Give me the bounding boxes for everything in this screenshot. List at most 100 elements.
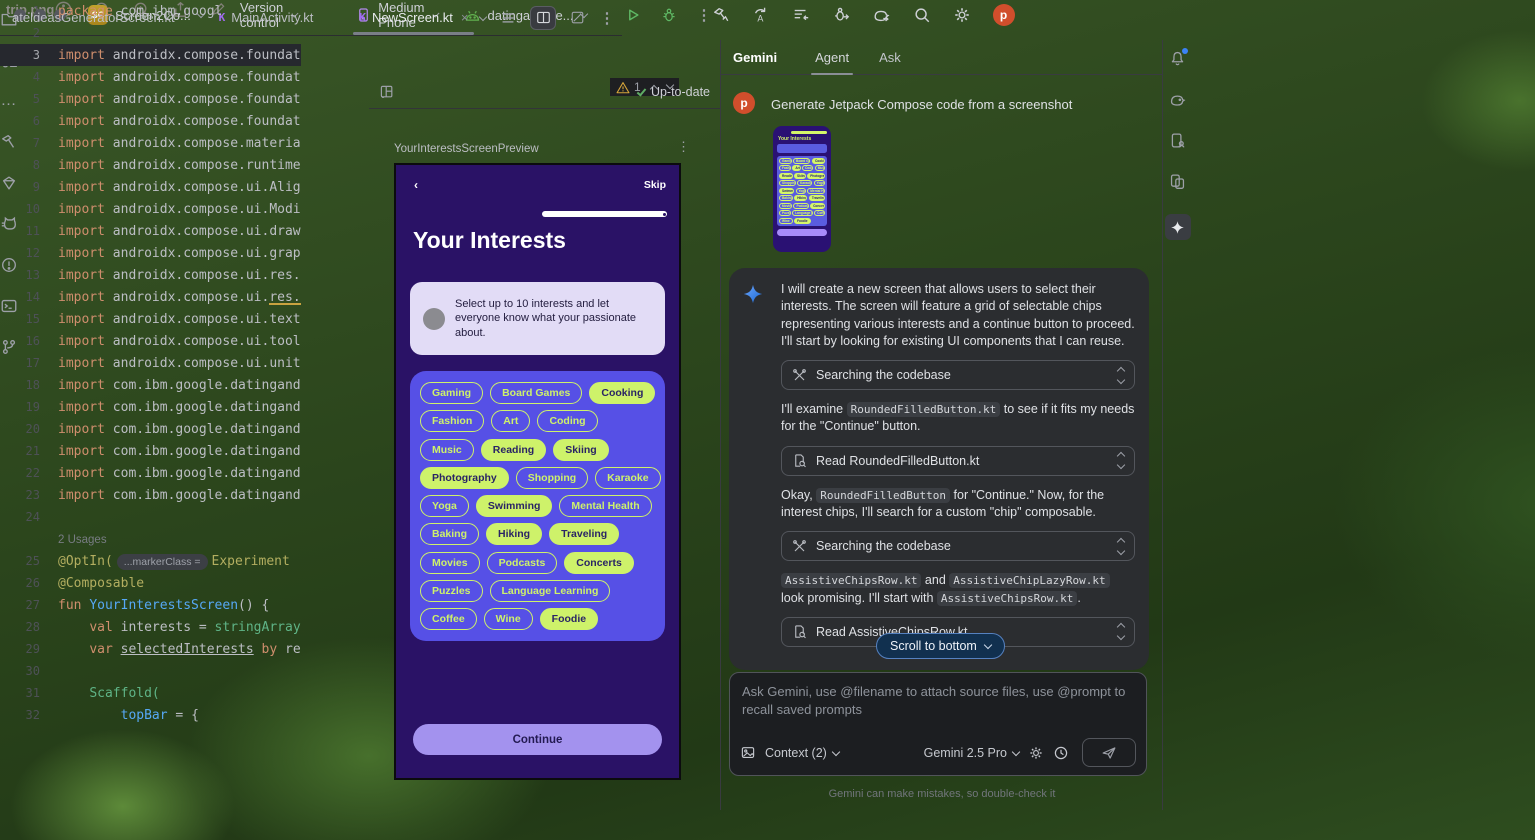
ai-paragraph: I'll examine RoundedFilledButton.kt to s…: [781, 401, 1135, 436]
interest-chip: Art: [792, 165, 800, 171]
interest-chip: Gaming: [779, 158, 792, 164]
code-editor[interactable]: 1package com.ibm.googl23import androidx.…: [0, 0, 301, 726]
run-icon[interactable]: [625, 7, 641, 23]
code-line: 13import androidx.compose.ui.res.: [0, 264, 301, 286]
tab-newscreen[interactable]: K NewScreen.kt ×: [347, 0, 480, 35]
history-clock-icon[interactable]: [1053, 745, 1069, 761]
interest-chip: Foodie: [794, 218, 810, 224]
thumb-progress: [791, 131, 827, 134]
interest-chip: Movies: [779, 203, 792, 209]
placeholder-circle-icon: [423, 308, 445, 330]
gemini-settings-icon[interactable]: [1028, 745, 1044, 761]
build-icon[interactable]: [712, 6, 730, 24]
interest-chip: Coding: [802, 165, 813, 171]
more-icon[interactable]: ⋮: [697, 6, 712, 24]
interest-chip-row: BakingHikingTraveling: [779, 195, 825, 201]
device-manager-icon[interactable]: [1169, 132, 1186, 149]
gemini-panel: Gemini Agent Ask p Generate Jetpack Comp…: [720, 40, 1162, 810]
interest-chip-row: MoviesPodcastsConcerts: [779, 203, 825, 209]
file-search-icon: [792, 624, 807, 639]
interest-chip-row: GamingBoard GamesCooking: [420, 382, 655, 404]
gradle-sync-icon[interactable]: [872, 6, 891, 24]
interest-chip: Hiking: [794, 195, 807, 201]
interest-chip-row: YogaSwimmingMental Health: [420, 495, 655, 517]
settings-gear-icon[interactable]: [953, 6, 971, 24]
code-line: 6import androidx.compose.foundat: [0, 110, 301, 132]
todo-list-icon[interactable]: [792, 6, 810, 24]
step-read-roundedfilledbutton[interactable]: Read RoundedFilledButton.kt: [781, 446, 1135, 476]
kotlin-icon: K: [359, 11, 366, 24]
interest-chip: Podcasts: [487, 552, 558, 574]
structure-lines-icon[interactable]: [500, 11, 516, 25]
scroll-to-bottom-label: Scroll to bottom: [890, 639, 977, 653]
model-dropdown[interactable]: Gemini 2.5 Pro: [924, 746, 1019, 760]
split-editor-icon[interactable]: [530, 6, 556, 30]
step-searching-codebase[interactable]: Searching the codebase: [781, 531, 1135, 561]
code-line: 8import androidx.compose.runtime: [0, 154, 301, 176]
code-line: 31 Scaffold(: [0, 682, 301, 704]
ai-paragraph: Okay, RoundedFilledButton for "Continue.…: [781, 487, 1135, 522]
interest-chip: Yoga: [796, 188, 806, 194]
code-line: 1package com.ibm.googl: [0, 0, 301, 22]
step-label: Searching the codebase: [816, 539, 951, 553]
interest-chip: Swimming: [779, 188, 794, 194]
tab-label: NewScreen.kt: [372, 10, 453, 25]
context-dropdown[interactable]: Context (2): [765, 746, 839, 760]
screenshot-thumbnail[interactable]: Your Interests GamingBoard GamesCookingF…: [773, 126, 831, 252]
debug-icon[interactable]: [661, 7, 677, 23]
gemini-header: Gemini Agent Ask: [721, 40, 1162, 75]
interest-chip: Mental Health: [807, 188, 825, 194]
running-devices-icon[interactable]: [1169, 173, 1186, 190]
user-avatar[interactable]: p: [993, 4, 1015, 26]
thumb-chip-grid: GamingBoard GamesCookingFashionArtCoding…: [777, 156, 827, 226]
profiler-icon[interactable]: [832, 6, 850, 24]
attach-image-icon[interactable]: [740, 745, 756, 760]
more-icon[interactable]: ⋮: [599, 9, 614, 27]
tab-ask[interactable]: Ask: [879, 40, 901, 75]
interest-chip: Traveling: [549, 523, 619, 545]
tab-list-chevron-icon[interactable]: [479, 12, 487, 20]
interest-chip-row: WineFoodie: [779, 218, 825, 224]
code-line: 17import androidx.compose.ui.unit: [0, 352, 301, 374]
interest-chip: Wine: [779, 218, 793, 224]
gemini-tool-icon[interactable]: [1165, 214, 1191, 240]
preview-layout-icon[interactable]: [379, 84, 395, 100]
interest-chip: Coffee: [420, 608, 477, 630]
gemini-input-box[interactable]: Ask Gemini, use @filename to attach sour…: [729, 672, 1147, 776]
preview-phone-canvas[interactable]: ‹ Skip Your Interests Select up to 10 in…: [394, 163, 681, 780]
tab-agent[interactable]: Agent: [815, 40, 849, 75]
preview-name[interactable]: YourInterestsScreenPreview: [394, 143, 539, 155]
interest-chip: Music: [815, 165, 825, 171]
search-icon[interactable]: [913, 6, 931, 24]
interest-chip: Concerts: [810, 203, 825, 209]
close-tab-icon[interactable]: ×: [461, 10, 469, 25]
interest-chip: Swimming: [476, 495, 553, 517]
code-line: 2 Usages: [0, 528, 301, 550]
scroll-to-bottom-button[interactable]: Scroll to bottom: [876, 633, 1005, 659]
check-icon: [637, 86, 647, 96]
interest-chip: Art: [491, 410, 530, 432]
preview-file-icon[interactable]: [570, 10, 585, 25]
thumb-info-card: [777, 144, 827, 153]
step-searching-codebase[interactable]: Searching the codebase: [781, 360, 1135, 390]
gemini-panel-title: Gemini: [733, 50, 777, 65]
notifications-bell-icon[interactable]: [1169, 50, 1186, 67]
code-line: 26@Composable: [0, 572, 301, 594]
code-line: 3import androidx.compose.foundat: [0, 44, 301, 66]
preview-continue-button: Continue: [413, 724, 662, 755]
code-line: 14import androidx.compose.ui.res.: [0, 286, 301, 308]
send-button[interactable]: [1082, 738, 1136, 767]
code-line: 24: [0, 506, 301, 528]
rename-refactor-icon[interactable]: A: [752, 6, 770, 24]
interest-chip-row: GamingBoard GamesCooking: [779, 158, 825, 164]
preview-chip-grid: GamingBoard GamesCookingFashionArtCoding…: [410, 371, 665, 641]
code-line: 20import com.ibm.google.datingand: [0, 418, 301, 440]
code-line: 25@OptIn(...markerClass =Experiment: [0, 550, 301, 572]
interest-chip: Wine: [484, 608, 533, 630]
interest-chip: Yoga: [814, 180, 825, 186]
gradle-tool-icon[interactable]: [1168, 91, 1187, 108]
ai-paragraph: I will create a new screen that allows u…: [781, 281, 1135, 350]
code-line: 12import androidx.compose.ui.grap: [0, 242, 301, 264]
preview-more-icon[interactable]: ⋮: [677, 139, 690, 155]
interest-chip-row: PuzzlesLanguage LearningCoffee: [779, 210, 825, 216]
